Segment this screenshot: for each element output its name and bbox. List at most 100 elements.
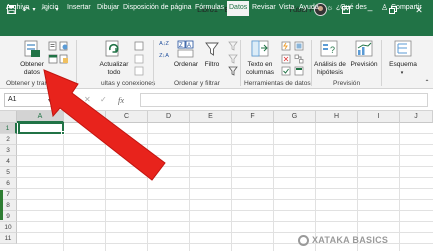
group-divider <box>153 40 154 86</box>
group-get-transform: Obtener y transf <box>6 80 54 87</box>
row-header-3[interactable]: 3 <box>0 145 17 156</box>
grid-row-line <box>17 177 433 178</box>
clear-filter-icon[interactable] <box>228 41 238 51</box>
remove-duplicates-icon[interactable] <box>281 54 291 64</box>
sort-icon[interactable]: Z A <box>177 40 195 58</box>
tab-revisar[interactable]: Revisar <box>252 0 276 16</box>
formula-bar-grip-icon[interactable]: ⋮ <box>64 94 71 102</box>
watermark: XATAKA BASICS <box>312 235 389 245</box>
edge-accent <box>0 190 3 220</box>
forecast-sheet-button[interactable]: Previsión <box>350 61 378 69</box>
tab-insertar[interactable]: Insertar <box>67 0 91 16</box>
row-header-6[interactable]: 6 <box>0 178 17 189</box>
recent-sources-icon[interactable] <box>59 54 69 64</box>
column-header-j[interactable]: J <box>400 111 433 123</box>
group-divider <box>311 40 312 86</box>
column-header-b[interactable]: B <box>64 111 106 123</box>
cancel-icon[interactable]: ✕ <box>84 93 91 107</box>
tab-vista[interactable]: Vista <box>279 0 294 16</box>
column-header-d[interactable]: D <box>148 111 190 123</box>
get-data-label-1[interactable]: Obtener <box>19 61 45 69</box>
select-all-corner[interactable] <box>0 111 17 123</box>
row-header-2[interactable]: 2 <box>0 134 17 145</box>
tab-archivo[interactable]: Archivo <box>6 0 29 16</box>
refresh-all-icon[interactable] <box>104 40 122 58</box>
row-header-5[interactable]: 5 <box>0 167 17 178</box>
group-queries: ultas y conexiones <box>101 80 156 87</box>
sort-button[interactable]: Ordenar <box>172 61 200 69</box>
column-header-i[interactable]: I <box>358 111 400 123</box>
get-data-icon[interactable] <box>22 40 42 58</box>
grid-row-line <box>17 155 433 156</box>
advanced-filter-icon[interactable] <box>228 66 238 76</box>
group-data-tools: Herramientas de datos <box>244 80 311 87</box>
grid-row-line <box>17 188 433 189</box>
column-header-c[interactable]: C <box>106 111 148 123</box>
refresh-all-label-1[interactable]: Actualizar <box>98 61 130 69</box>
outline-icon[interactable] <box>394 40 412 58</box>
forecast-sheet-icon[interactable] <box>355 40 373 58</box>
row-header-4[interactable]: 4 <box>0 156 17 167</box>
edit-links-icon[interactable] <box>134 66 144 76</box>
undo-dropdown-icon[interactable]: ▾ <box>31 0 37 20</box>
filter-icon[interactable] <box>205 42 219 56</box>
what-if-label-2[interactable]: hipótesis <box>314 69 346 77</box>
insert-function-icon[interactable]: fx <box>118 93 124 107</box>
get-data-label-2[interactable]: datos <box>19 69 45 77</box>
formula-input[interactable] <box>140 93 428 107</box>
column-header-f[interactable]: F <box>232 111 274 123</box>
tab-ayuda[interactable]: Ayuda <box>299 0 319 16</box>
consolidate-icon[interactable] <box>294 41 304 51</box>
column-header-e[interactable]: E <box>190 111 232 123</box>
tell-me-search[interactable]: ¿Qué des <box>336 0 367 16</box>
share-button[interactable]: Compartir <box>391 0 422 16</box>
active-cell[interactable] <box>18 122 64 134</box>
group-sort-filter: Ordenar y filtrar <box>174 80 220 87</box>
row-header-10[interactable]: 10 <box>0 222 17 233</box>
collapse-ribbon-icon[interactable]: ⌃ <box>423 79 431 87</box>
data-model-icon[interactable] <box>294 66 304 76</box>
sort-az-icon[interactable]: A↓Z <box>158 41 170 47</box>
from-text-icon[interactable] <box>48 41 58 51</box>
grid-row-line <box>17 199 433 200</box>
svg-text:A: A <box>187 43 191 49</box>
what-if-label-1[interactable]: Análisis de <box>314 61 346 69</box>
row-header-11[interactable]: 11 <box>0 233 17 244</box>
text-to-columns-label-1[interactable]: Texto en <box>244 61 276 69</box>
from-web-icon[interactable] <box>59 41 69 51</box>
sort-za-icon[interactable]: Z↓A <box>158 53 170 59</box>
grid-row-line <box>17 210 433 211</box>
svg-text:?: ? <box>330 45 335 55</box>
text-to-columns-icon[interactable] <box>251 40 269 58</box>
text-to-columns-label-2[interactable]: columnas <box>244 69 276 77</box>
tab-dibujar[interactable]: Dibujar <box>97 0 119 16</box>
outline-dropdown-icon[interactable]: ▾ <box>396 69 408 77</box>
relationships-icon[interactable] <box>294 54 304 64</box>
grid-row-line <box>17 144 433 145</box>
outline-button[interactable]: Esquema <box>385 61 421 69</box>
fill-handle[interactable] <box>61 131 65 135</box>
lightbulb-icon[interactable]: ☼ <box>326 0 333 16</box>
group-divider <box>381 40 382 86</box>
queries-icon[interactable] <box>134 41 144 51</box>
reapply-icon[interactable] <box>228 54 238 64</box>
grid-row-line <box>17 166 433 167</box>
tab-datos[interactable]: Datos <box>227 1 250 16</box>
name-box-dropdown-icon[interactable]: ▾ <box>48 97 51 104</box>
filter-button[interactable]: Filtro <box>202 61 222 69</box>
from-table-icon[interactable] <box>48 54 58 64</box>
refresh-all-label-2[interactable]: todo <box>98 69 130 77</box>
tab-formulas[interactable]: Fórmulas <box>195 0 224 16</box>
properties-icon[interactable] <box>134 54 144 64</box>
enter-icon[interactable]: ✓ <box>100 93 107 107</box>
column-header-h[interactable]: H <box>316 111 358 123</box>
tab-disposicion[interactable]: Disposición de página <box>123 0 192 16</box>
data-validation-icon[interactable] <box>281 66 291 76</box>
flash-fill-icon[interactable] <box>281 41 291 51</box>
person-icon[interactable]: ♙ <box>381 0 388 16</box>
tab-inicio[interactable]: Inicio <box>42 0 58 16</box>
row-header-1[interactable]: 1 <box>0 123 17 134</box>
grid-row-line <box>17 221 433 222</box>
what-if-icon[interactable]: ? <box>320 40 338 58</box>
column-header-g[interactable]: G <box>274 111 316 123</box>
